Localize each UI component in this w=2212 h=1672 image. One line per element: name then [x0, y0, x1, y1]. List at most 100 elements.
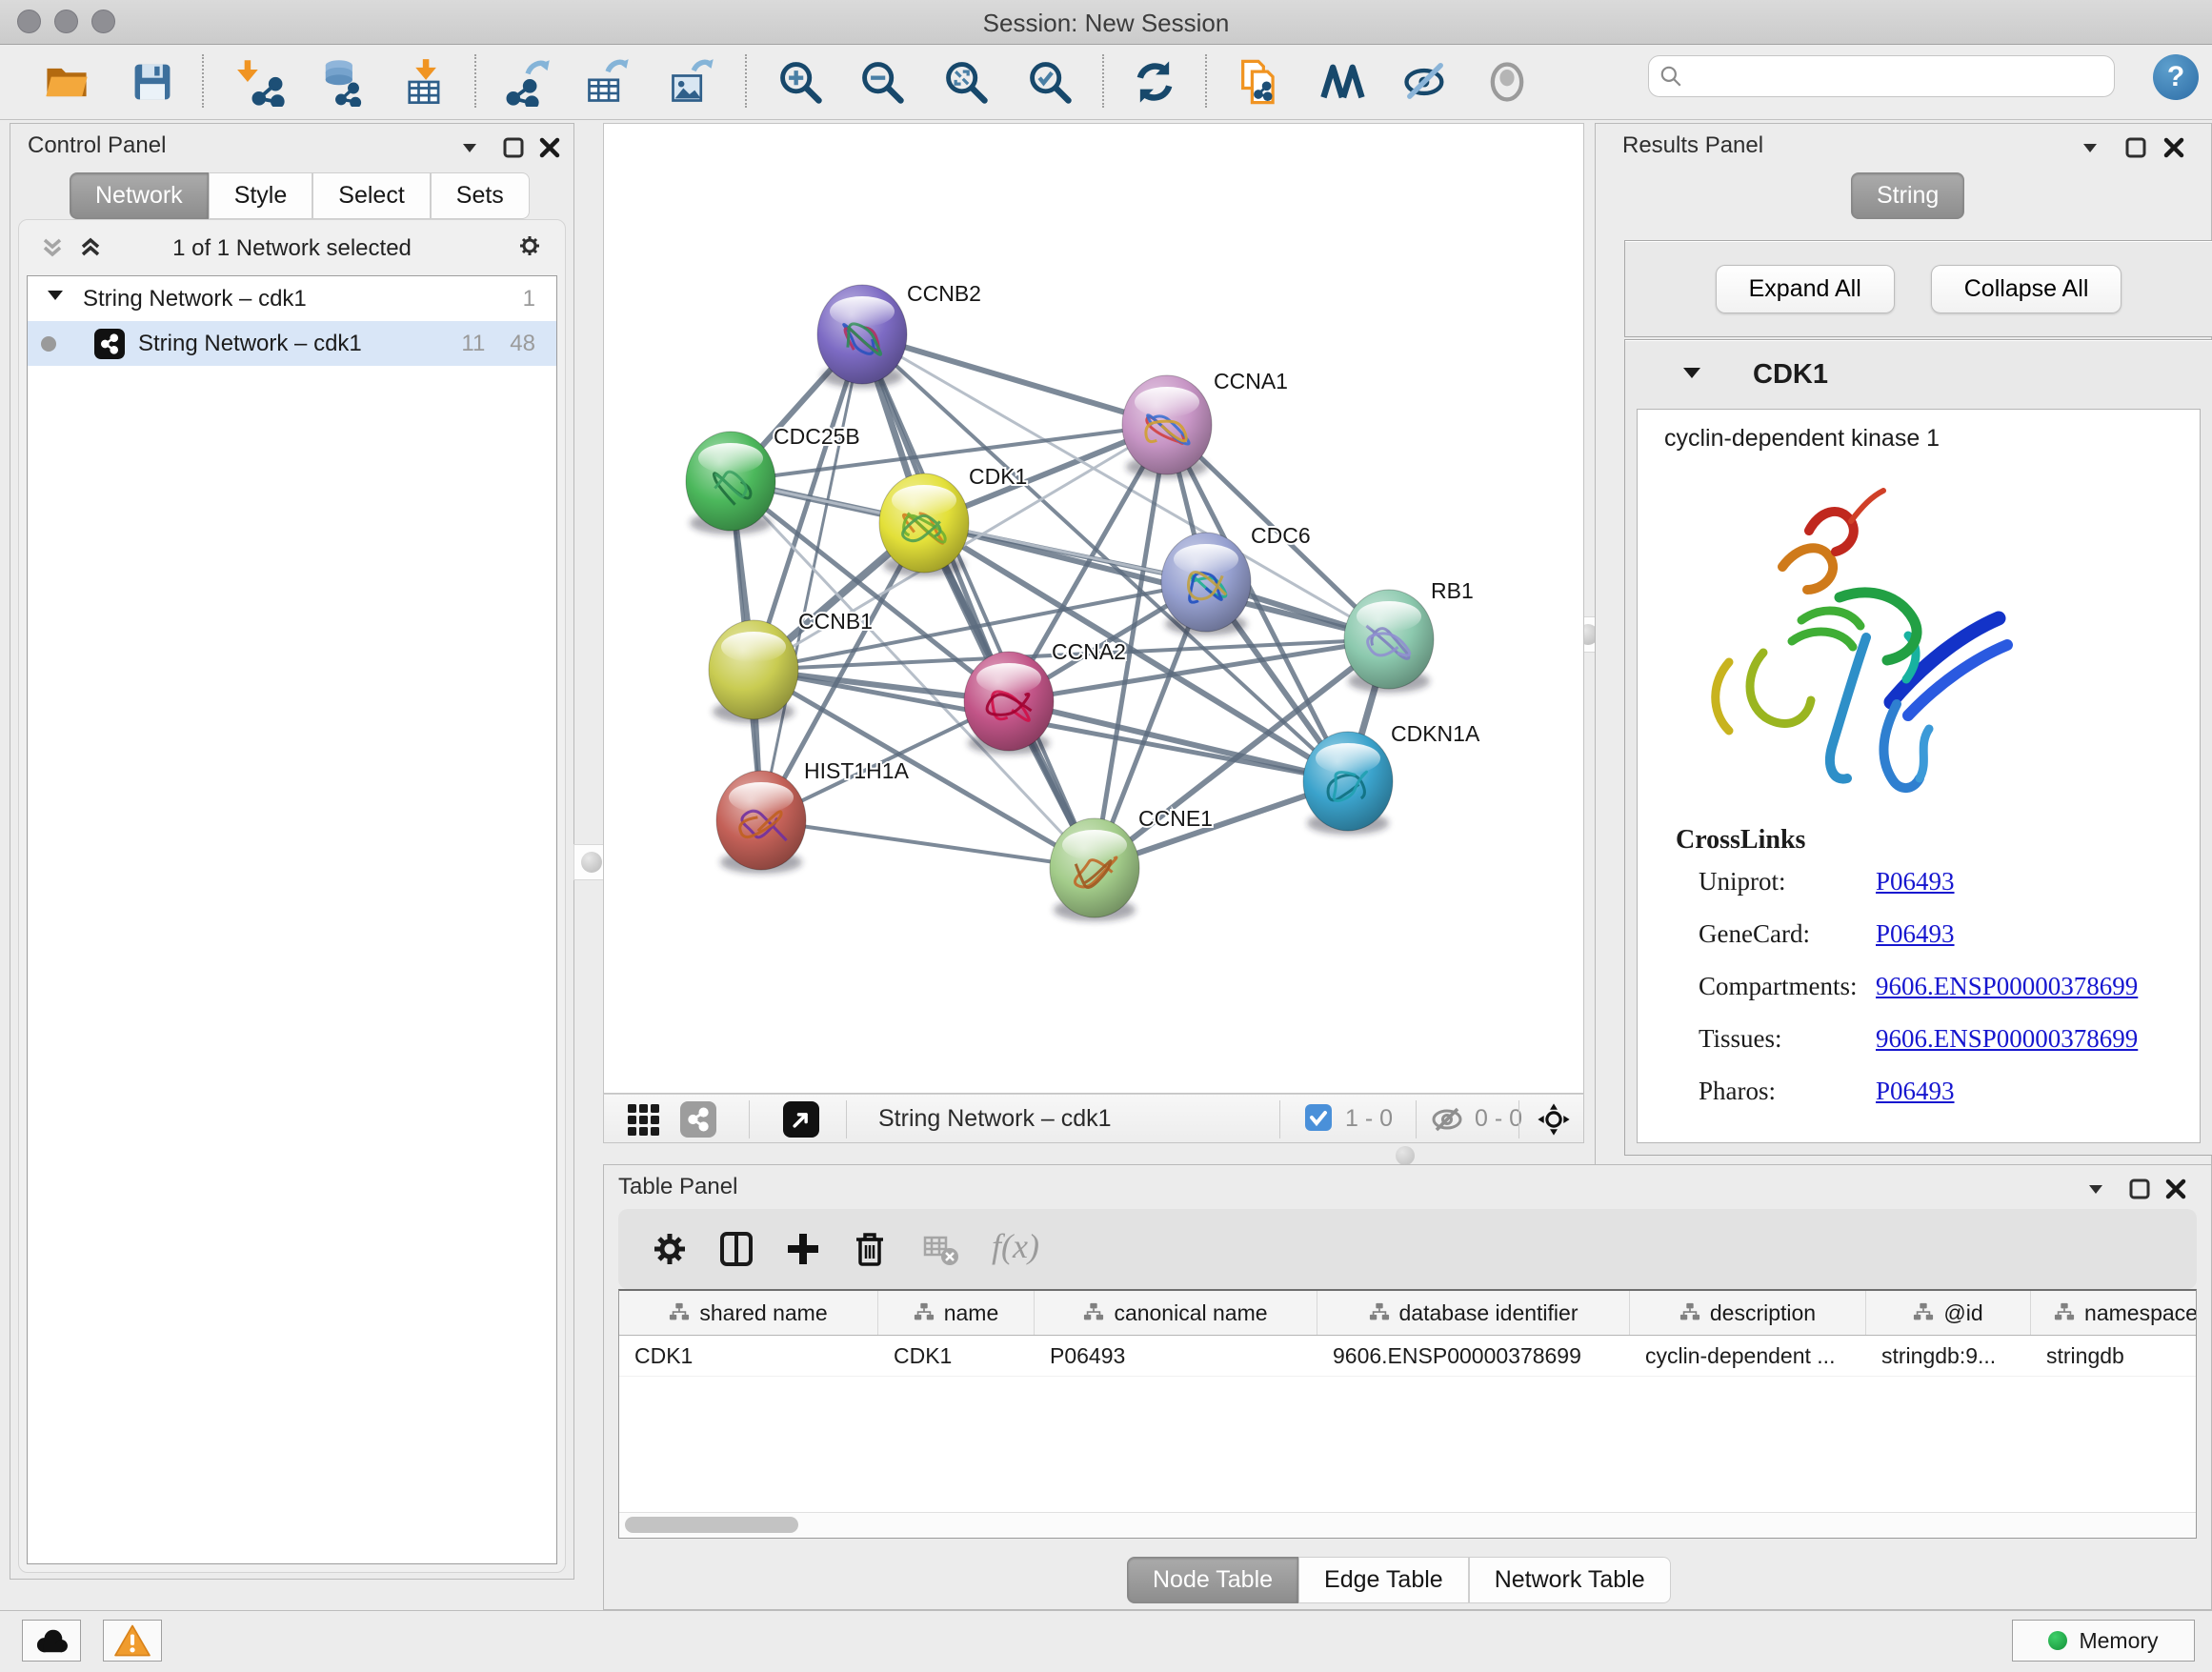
- gene-section-header[interactable]: CDK1: [1625, 340, 2212, 409]
- table-cell-description[interactable]: cyclin-dependent ...: [1630, 1336, 1866, 1376]
- column-header-name[interactable]: name: [878, 1291, 1035, 1335]
- network-edge[interactable]: [862, 334, 1167, 425]
- network-node-CDC6[interactable]: [1161, 533, 1251, 635]
- network-edge[interactable]: [761, 334, 862, 820]
- import-table-icon[interactable]: [400, 57, 450, 107]
- new-network-from-selection-icon[interactable]: [1235, 57, 1284, 107]
- network-node-CCNE1[interactable]: [1050, 818, 1139, 921]
- panel-close-icon[interactable]: [2162, 135, 2186, 160]
- grid-view-icon[interactable]: [625, 1101, 661, 1138]
- collapse-all-button[interactable]: Collapse All: [1931, 265, 2122, 313]
- tab-edge-table[interactable]: Edge Table: [1298, 1557, 1469, 1603]
- import-network-file-icon[interactable]: [236, 57, 286, 107]
- network-node-RB1[interactable]: [1344, 590, 1434, 693]
- panel-float-icon[interactable]: [501, 135, 526, 160]
- tab-network[interactable]: Network: [70, 172, 209, 219]
- network-node-CCNB1[interactable]: [709, 620, 798, 723]
- network-node-CCNA1[interactable]: [1122, 375, 1212, 478]
- detach-view-icon[interactable]: [783, 1101, 819, 1138]
- network-node-HIST1H1A[interactable]: [716, 771, 806, 874]
- zoom-out-icon[interactable]: [857, 57, 907, 107]
- show-all-icon[interactable]: [1482, 57, 1532, 107]
- network-edge[interactable]: [862, 334, 1095, 868]
- add-column-icon[interactable]: [782, 1228, 824, 1270]
- toolbar-separator: [474, 54, 476, 108]
- zoom-fit-content-icon[interactable]: [941, 57, 991, 107]
- selected-checkbox-icon[interactable]: [1305, 1104, 1332, 1131]
- crosslink-link-pharos[interactable]: P06493: [1876, 1077, 1955, 1105]
- tab-style[interactable]: Style: [209, 172, 313, 219]
- scrollbar-thumb[interactable]: [625, 1517, 798, 1533]
- table-cell-shared-name[interactable]: CDK1: [619, 1336, 878, 1376]
- tab-network-table[interactable]: Network Table: [1469, 1557, 1671, 1603]
- column-header-database-identifier[interactable]: database identifier: [1317, 1291, 1630, 1335]
- network-edge[interactable]: [761, 820, 1095, 868]
- crosslink-link-genecard[interactable]: P06493: [1876, 919, 1955, 948]
- table-horizontal-scrollbar[interactable]: [619, 1512, 2196, 1538]
- show-columns-icon[interactable]: [715, 1228, 757, 1270]
- zoom-selected-icon[interactable]: [1025, 57, 1075, 107]
- apply-preferred-layout-icon[interactable]: [1130, 57, 1179, 107]
- column-header-id[interactable]: @id: [1866, 1291, 2031, 1335]
- network-collection-row[interactable]: String Network – cdk1 1: [28, 276, 556, 321]
- table-cell-canonical-name[interactable]: P06493: [1035, 1336, 1317, 1376]
- expand-all-button[interactable]: Expand All: [1716, 265, 1895, 313]
- column-header-canonical-name[interactable]: canonical name: [1035, 1291, 1317, 1335]
- gene-collapse-caret-icon[interactable]: [1680, 361, 1703, 389]
- cloud-status-button[interactable]: [22, 1620, 81, 1662]
- tab-node-table[interactable]: Node Table: [1127, 1557, 1298, 1603]
- search-input[interactable]: [1691, 58, 2104, 92]
- panel-float-icon[interactable]: [2123, 135, 2148, 160]
- table-header-row: shared namenamecanonical namedatabase id…: [619, 1291, 2196, 1336]
- table-row[interactable]: CDK1CDK1P064939606.ENSP00000378699cyclin…: [619, 1336, 2196, 1377]
- export-table-icon[interactable]: [583, 57, 633, 107]
- tab-select[interactable]: Select: [312, 172, 430, 219]
- tab-sets[interactable]: Sets: [431, 172, 530, 219]
- table-cell-namespace[interactable]: stringdb: [2031, 1336, 2197, 1376]
- horizontal-splitter-grip[interactable]: [1396, 1146, 1415, 1165]
- zoom-in-icon[interactable]: [775, 57, 825, 107]
- crosslink-link-tissues[interactable]: 9606.ENSP00000378699: [1876, 1024, 2138, 1053]
- column-header-description[interactable]: description: [1630, 1291, 1866, 1335]
- panel-close-icon[interactable]: [537, 135, 562, 160]
- panel-float-icon[interactable]: [2127, 1177, 2152, 1201]
- network-options-gear-icon[interactable]: [517, 233, 542, 258]
- warning-status-button[interactable]: [103, 1620, 162, 1662]
- panel-close-icon[interactable]: [2163, 1177, 2188, 1201]
- export-network-icon[interactable]: [503, 57, 553, 107]
- birdseye-crosshair-icon[interactable]: [1536, 1101, 1572, 1138]
- save-session-icon[interactable]: [128, 57, 177, 107]
- network-node-CCNA2[interactable]: [964, 652, 1054, 755]
- table-cell-name[interactable]: CDK1: [878, 1336, 1035, 1376]
- first-neighbors-icon[interactable]: [1318, 57, 1368, 107]
- panel-menu-icon[interactable]: [2078, 135, 2102, 160]
- node-label: CDK1: [969, 464, 1027, 489]
- gene-symbol: CDK1: [1753, 359, 1828, 391]
- tab-string[interactable]: String: [1851, 172, 1964, 219]
- table-cell-id[interactable]: stringdb:9...: [1866, 1336, 2031, 1376]
- export-image-icon[interactable]: [667, 57, 716, 107]
- crosslink-link-uniprot[interactable]: P06493: [1876, 867, 1955, 896]
- panel-menu-icon[interactable]: [2083, 1177, 2108, 1201]
- network-edge-count: 48: [510, 331, 535, 357]
- memory-button[interactable]: Memory: [2012, 1620, 2195, 1662]
- open-file-icon[interactable]: [42, 57, 91, 107]
- column-header-namespace[interactable]: namespace: [2031, 1291, 2197, 1335]
- column-header-shared-name[interactable]: shared name: [619, 1291, 878, 1335]
- network-node-CCNB2[interactable]: [817, 285, 907, 388]
- network-node-CDC25B[interactable]: [686, 432, 775, 534]
- network-node-CDKN1A[interactable]: [1303, 732, 1393, 835]
- panel-menu-icon[interactable]: [457, 135, 482, 160]
- crosslink-link-compartments[interactable]: 9606.ENSP00000378699: [1876, 972, 2138, 1000]
- network-view-icon[interactable]: [680, 1101, 716, 1138]
- import-network-database-icon[interactable]: [316, 57, 366, 107]
- table-cell-database-identifier[interactable]: 9606.ENSP00000378699: [1317, 1336, 1630, 1376]
- network-node-CDK1[interactable]: [879, 473, 969, 576]
- help-icon[interactable]: ?: [2153, 54, 2199, 100]
- network-view-canvas[interactable]: CCNB2CCNA1CDC25BCDK1CDC6RB1CCNB1CCNA2CDK…: [603, 123, 1584, 1094]
- collection-expand-caret-icon[interactable]: [45, 285, 66, 312]
- network-row[interactable]: String Network – cdk1 11 48: [28, 321, 556, 366]
- hide-selected-icon[interactable]: [1400, 57, 1450, 107]
- table-settings-gear-icon[interactable]: [649, 1228, 691, 1270]
- delete-column-trash-icon[interactable]: [849, 1228, 891, 1270]
